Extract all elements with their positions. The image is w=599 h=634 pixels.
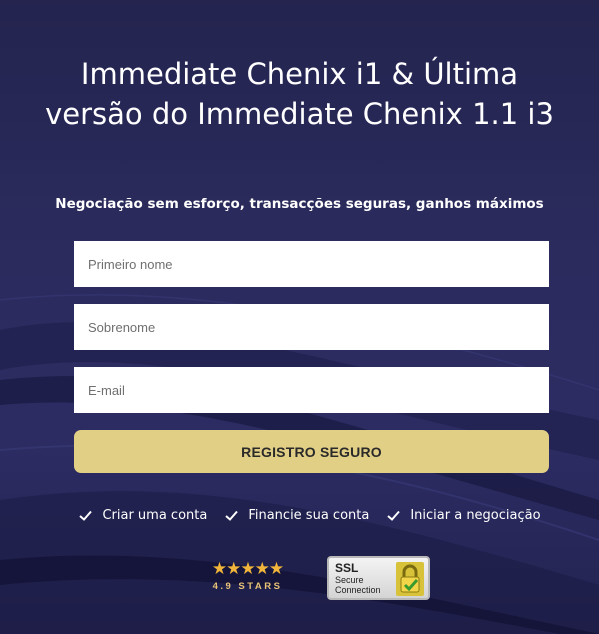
secure-register-button[interactable]: REGISTRO SEGURO <box>74 430 549 473</box>
rating-text: 4.9 STARS <box>212 581 283 592</box>
step-fund-account: Financie sua conta <box>225 508 369 523</box>
ssl-line-2: Connection <box>335 585 381 595</box>
ssl-line-1: Secure <box>335 575 364 585</box>
first-name-input[interactable] <box>74 241 549 287</box>
page-subtitle: Negociação sem esforço, transacções segu… <box>55 196 544 212</box>
check-icon <box>225 510 239 521</box>
step-label: Iniciar a negociação <box>410 508 541 523</box>
step-label: Criar uma conta <box>102 508 208 523</box>
step-start-trading: Iniciar a negociação <box>387 508 541 523</box>
rating-badge: ★★★★★ 4.9 STARS <box>205 559 290 593</box>
step-create-account: Criar uma conta <box>79 508 207 523</box>
check-icon <box>79 510 93 521</box>
ssl-badge: SSL Secure Connection <box>327 556 430 600</box>
check-icon <box>387 510 401 521</box>
ssl-title: SSL <box>335 561 359 575</box>
email-input[interactable] <box>74 367 549 413</box>
star-icons: ★★★★★ <box>211 559 284 578</box>
step-label: Financie sua conta <box>248 508 370 523</box>
padlock-check-icon <box>396 562 424 596</box>
ssl-subtitle: Secure Connection <box>335 575 381 595</box>
steps-list: Criar uma conta Financie sua conta Inici… <box>60 508 560 523</box>
signup-panel: Immediate Chenix i1 & Última versão do I… <box>0 0 599 634</box>
page-title: Immediate Chenix i1 & Última versão do I… <box>45 57 554 131</box>
last-name-input[interactable] <box>74 304 549 350</box>
